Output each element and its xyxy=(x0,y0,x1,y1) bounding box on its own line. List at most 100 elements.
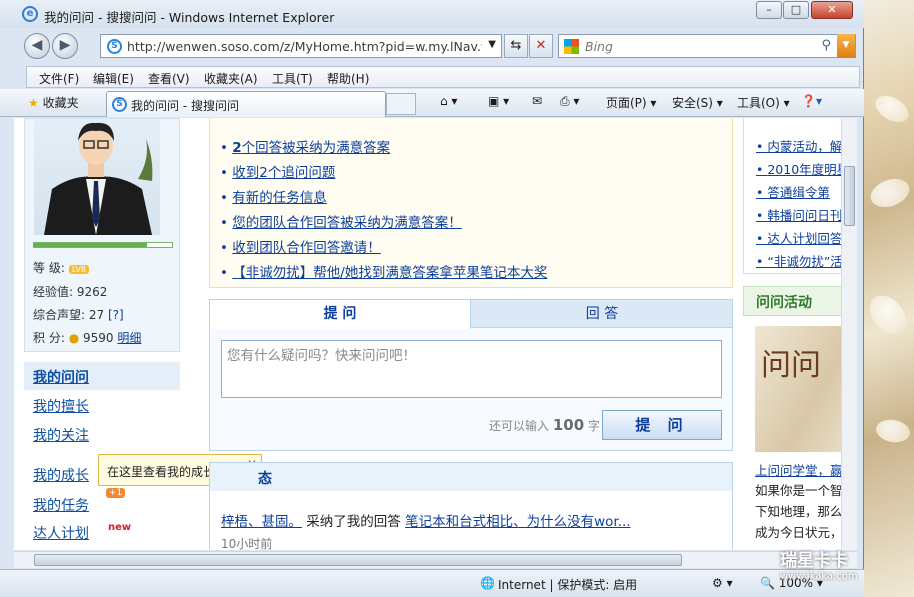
search-icon[interactable]: ⚲ xyxy=(821,38,831,53)
new-tab-button[interactable] xyxy=(386,93,416,115)
page-menu[interactable]: 页面(P) ▾ xyxy=(606,94,656,111)
news-item-text: 答通缉令第 xyxy=(767,185,830,200)
status-bar: 🌐 Internet | 保护模式: 启用 ⚙ ▾ 🔍 100% ▾ xyxy=(0,569,864,597)
nav-item-growth[interactable]: 我的成长 xyxy=(33,465,89,485)
notice-count: 收到2 xyxy=(232,165,268,181)
news-item[interactable]: • 答通缉令第 xyxy=(756,182,830,201)
feeds-icon[interactable]: ▣ ▾ xyxy=(488,94,509,108)
points-detail-link[interactable]: 明细 xyxy=(117,331,141,345)
menu-favorites[interactable]: 收藏夹(A) xyxy=(204,70,258,87)
news-item-text: 达人计划回答 xyxy=(767,231,843,246)
ask-tabs: 提 问 回 答 xyxy=(210,300,732,329)
nav-heading[interactable]: 我的问问 xyxy=(24,362,180,390)
news-item-text: “非诚勿扰”活 xyxy=(767,254,843,269)
menu-help[interactable]: 帮助(H) xyxy=(327,70,369,87)
tab-ask[interactable]: 提 问 xyxy=(210,300,471,329)
activity-desc-2: 下知地理，那么 xyxy=(755,504,843,519)
feed-action: 采纳了我的回答 xyxy=(302,514,406,530)
notice-item[interactable]: • 【非诚勿扰】帮他/她找到满意答案拿苹果笔记本大奖 xyxy=(220,261,547,281)
notice-item[interactable]: • 收到2个追问问题 xyxy=(220,161,335,181)
feed-heading: 态 xyxy=(210,463,732,491)
notice-text: 个回答被采纳为满意答案 xyxy=(241,140,391,156)
watermark-url: www.ikaka.com xyxy=(780,571,858,582)
menu-bar: 文件(F) 编辑(E) 查看(V) 收藏夹(A) 工具(T) 帮助(H) xyxy=(26,66,860,88)
nav-item-tasks[interactable]: 我的任务 xyxy=(33,495,89,515)
favorites-button[interactable]: ★ 收藏夹 xyxy=(28,94,79,111)
level-badge: LV8 xyxy=(68,265,89,274)
notice-item[interactable]: • 您的团队合作回答被采纳为满意答案！ xyxy=(220,211,462,231)
nav-item-expertise[interactable]: 我的擅长 xyxy=(33,396,89,416)
favorites-label: 收藏夹 xyxy=(42,96,79,110)
browser-tab[interactable]: S 我的问问 - 搜搜问问 xyxy=(106,91,386,117)
feed-user-link[interactable]: 梓梧、甚固。 xyxy=(221,514,302,530)
rep-label: 综合声望: xyxy=(33,308,86,322)
news-item[interactable]: • 达人计划回答 xyxy=(756,228,842,247)
vertical-scrollbar[interactable] xyxy=(841,118,857,550)
globe-icon: 🌐 xyxy=(480,576,495,590)
horizontal-scrollbar[interactable] xyxy=(14,551,857,568)
refresh-button[interactable]: ⇆ xyxy=(504,34,528,58)
notice-item[interactable]: • 2个回答被采纳为满意答案 xyxy=(220,136,390,156)
address-url[interactable]: http://wenwen.soso.com/z/MyHome.htm?pid=… xyxy=(127,39,482,54)
flower-petal xyxy=(866,173,914,213)
news-item-text: 内蒙活动，解 xyxy=(767,139,843,154)
flower-petal xyxy=(862,288,914,342)
tools-menu[interactable]: 工具(O) ▾ xyxy=(737,94,790,111)
stop-button[interactable]: ✕ xyxy=(529,34,553,58)
new-tag: new xyxy=(108,522,132,533)
address-dropdown-icon[interactable]: ▼ xyxy=(488,39,496,50)
tab-answer[interactable]: 回 答 xyxy=(472,300,732,328)
news-item[interactable]: • 内蒙活动，解 xyxy=(756,136,842,155)
browser-window: e 我的问问 - 搜搜问问 - Windows Internet Explore… xyxy=(0,0,864,597)
mail-icon[interactable]: ✉ xyxy=(532,94,542,108)
news-item-text: 2010年度明星 xyxy=(767,162,850,177)
watermark-brand: 瑞星卡卡 xyxy=(780,551,848,571)
close-button[interactable]: ✕ xyxy=(811,1,853,19)
news-item[interactable]: • 韩播问问日刊 xyxy=(756,205,842,224)
right-column: • 内蒙活动，解 • 2010年度明星 • 答通缉令第 • 韩播问问日刊 • 达… xyxy=(743,118,853,550)
level-row: 等 级: LV8 xyxy=(33,259,89,276)
security-zone[interactable]: Internet | 保护模式: 启用 xyxy=(498,576,637,593)
menu-view[interactable]: 查看(V) xyxy=(148,70,190,87)
page-viewport: 等 级: LV8 经验值: 9262 综合声望: 27 [?] 积 分: ● 95… xyxy=(14,118,857,550)
rep-help-link[interactable]: [?] xyxy=(108,308,124,322)
back-button[interactable]: ◀ xyxy=(24,33,50,59)
safety-menu[interactable]: 安全(S) ▾ xyxy=(672,94,723,111)
vertical-scroll-thumb[interactable] xyxy=(844,166,855,226)
news-item[interactable]: • “非诚勿扰”活 xyxy=(756,251,843,270)
home-icon[interactable]: ⌂ ▾ xyxy=(440,94,457,108)
char-count-prefix: 还可以输入 xyxy=(489,419,550,433)
search-box[interactable]: Bing ⚲ ▼ xyxy=(558,34,856,58)
search-options-icon[interactable]: ▼ xyxy=(837,34,855,58)
protected-mode-icon[interactable]: ⚙ ▾ xyxy=(712,576,733,590)
forward-button[interactable]: ▶ xyxy=(52,33,78,59)
char-count: 还可以输入 100 字 xyxy=(489,416,600,434)
window-title: 我的问问 - 搜搜问问 - Windows Internet Explorer xyxy=(44,10,335,25)
help-icon[interactable]: ❓▾ xyxy=(801,94,822,108)
feed-question-link[interactable]: 笔记本和台式相比、为什么没有wor... xyxy=(405,514,631,530)
nav-item-following[interactable]: 我的关注 xyxy=(33,425,89,445)
notice-item[interactable]: • 收到团队合作回答邀请！ xyxy=(220,236,381,256)
notice-item[interactable]: • 有新的任务信息 xyxy=(220,186,327,206)
question-input[interactable]: 您有什么疑问吗？快来问问吧！ xyxy=(221,340,722,398)
news-item[interactable]: • 2010年度明星 xyxy=(756,159,849,178)
menu-edit[interactable]: 编辑(E) xyxy=(93,70,134,87)
menu-file[interactable]: 文件(F) xyxy=(39,70,79,87)
activity-banner[interactable]: 问问 xyxy=(755,326,853,452)
maximize-button[interactable]: □ xyxy=(783,1,809,19)
star-icon: ★ xyxy=(28,96,39,110)
nav-item-expert-plan[interactable]: 达人计划 xyxy=(33,523,89,543)
horizontal-scroll-thumb[interactable] xyxy=(34,554,682,566)
activity-link[interactable]: 上问问学堂，赢 xyxy=(755,460,843,479)
feed-entry: 梓梧、甚固。 采纳了我的回答 笔记本和台式相比、为什么没有wor... xyxy=(221,510,631,530)
avatar[interactable] xyxy=(34,119,160,235)
rep-value: 27 xyxy=(88,308,105,322)
submit-question-button[interactable]: 提 问 xyxy=(602,410,722,440)
notice-text: 个追问问题 xyxy=(267,165,336,181)
address-bar[interactable]: S http://wenwen.soso.com/z/MyHome.htm?pi… xyxy=(100,34,502,58)
page-menu-label: 页面(P) xyxy=(606,96,647,110)
watermark: 瑞星卡卡 www.ikaka.com xyxy=(780,546,900,590)
minimize-button[interactable]: – xyxy=(756,1,782,19)
menu-tools[interactable]: 工具(T) xyxy=(272,70,313,87)
print-icon[interactable]: ⎙ ▾ xyxy=(560,94,579,109)
